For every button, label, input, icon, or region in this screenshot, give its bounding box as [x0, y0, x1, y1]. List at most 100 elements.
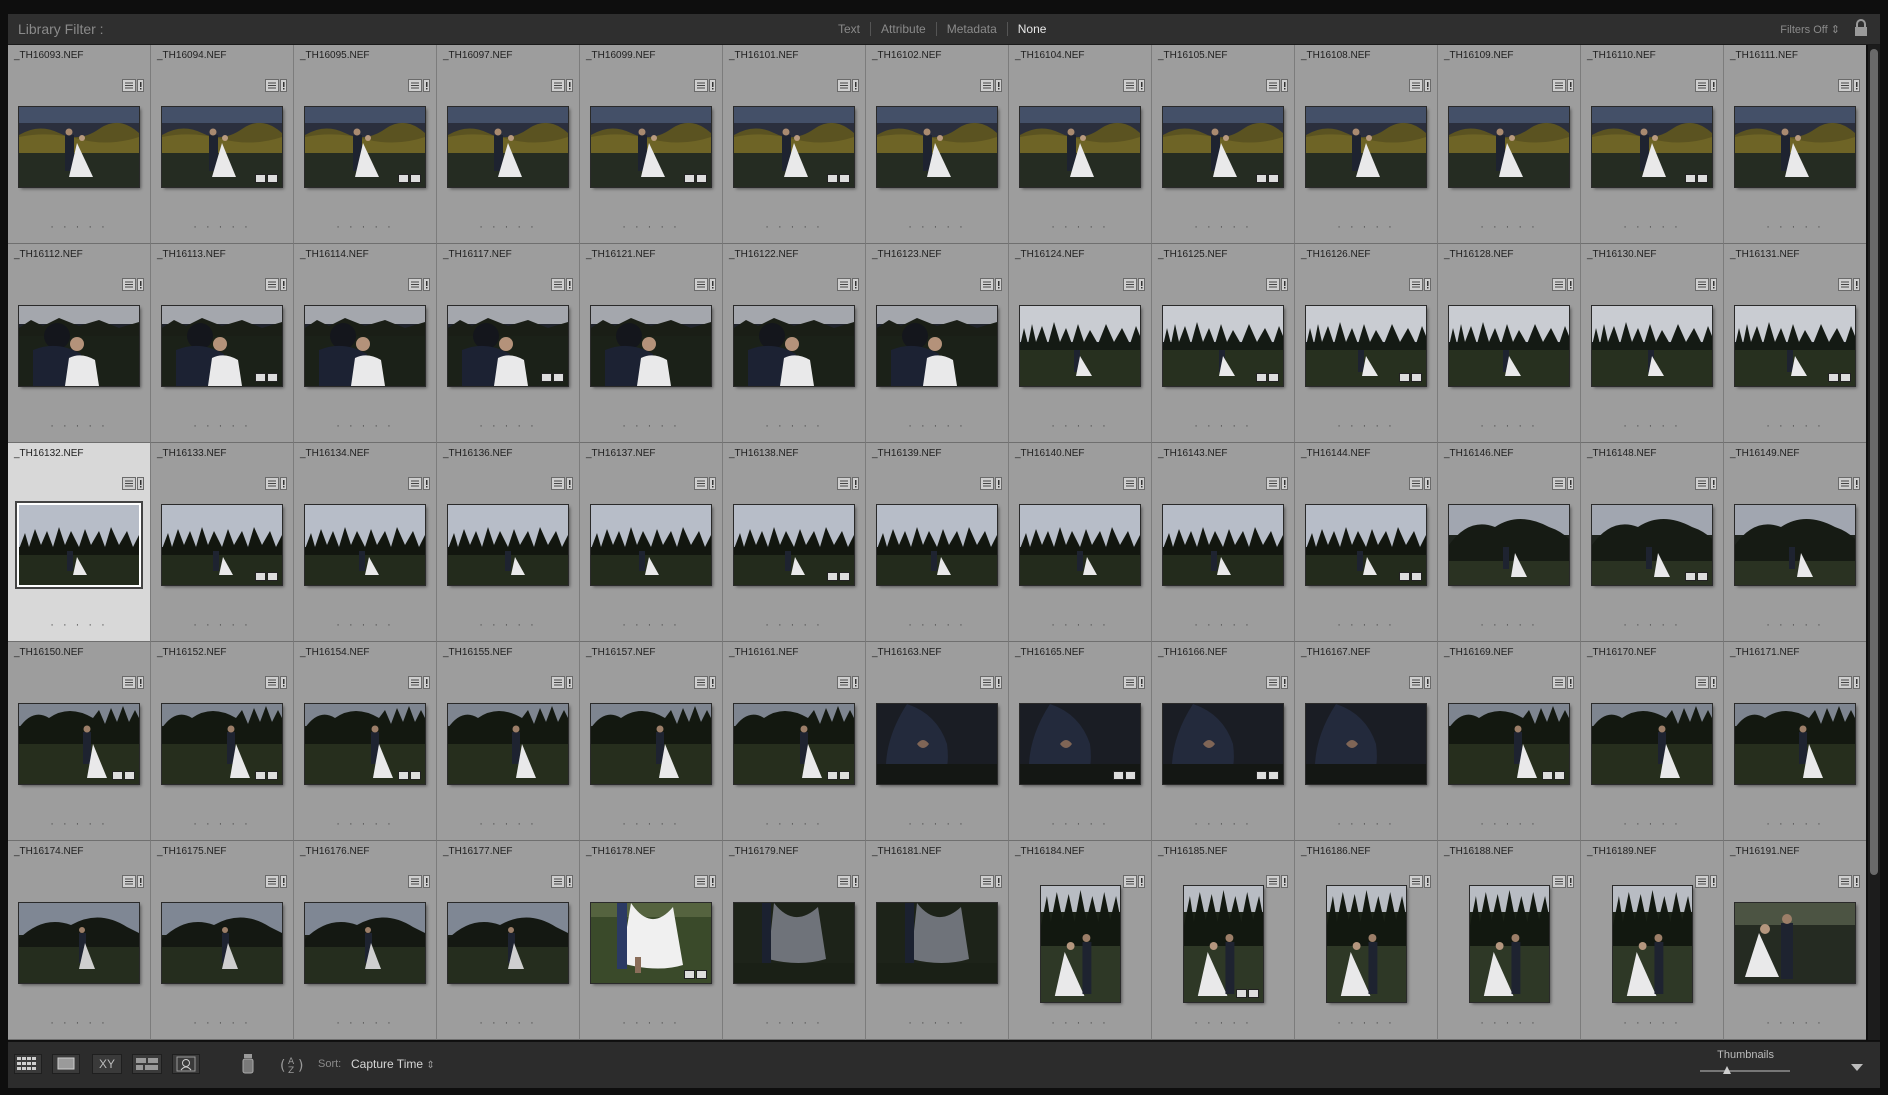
photo-thumbnail[interactable]	[734, 704, 854, 784]
grid-scrollbar[interactable]	[1868, 45, 1880, 1040]
photo-thumbnail[interactable]	[734, 505, 854, 585]
thumbnail-cell[interactable]: _TH16128.NEF · · · · ·	[1438, 244, 1581, 443]
metadata-badge-icon[interactable]	[1552, 278, 1566, 291]
thumbnail-cell[interactable]: _TH16123.NEF · · · · ·	[866, 244, 1009, 443]
star-rating-dots[interactable]: · · · · ·	[294, 1017, 436, 1029]
star-rating-dots[interactable]: · · · · ·	[437, 1017, 579, 1029]
star-rating-dots[interactable]: · · · · ·	[1438, 1017, 1580, 1029]
thumbnail-cell[interactable]: _TH16117.NEF · · · · ·	[437, 244, 580, 443]
develop-edited-badge-icon[interactable]	[684, 970, 707, 979]
star-rating-dots[interactable]: · · · · ·	[1438, 818, 1580, 830]
flag-badge-icon[interactable]	[709, 875, 716, 888]
flag-badge-icon[interactable]	[1567, 79, 1574, 92]
photo-thumbnail[interactable]	[1020, 107, 1140, 187]
metadata-badge-icon[interactable]	[837, 477, 851, 490]
thumbnail-cell[interactable]: _TH16131.NEF · · · · ·	[1724, 244, 1866, 443]
thumbnail-size-slider[interactable]	[1700, 1066, 1790, 1074]
metadata-badge-icon[interactable]	[122, 477, 136, 490]
photo-thumbnail[interactable]	[305, 704, 425, 784]
metadata-badge-icon[interactable]	[1552, 477, 1566, 490]
metadata-badge-icon[interactable]	[1266, 676, 1280, 689]
thumbnail-cell[interactable]: _TH16157.NEF · · · · ·	[580, 642, 723, 841]
star-rating-dots[interactable]: · · · · ·	[151, 818, 293, 830]
metadata-badge-icon[interactable]	[1266, 278, 1280, 291]
star-rating-dots[interactable]: · · · · ·	[151, 1017, 293, 1029]
develop-edited-badge-icon[interactable]	[684, 174, 707, 183]
flag-badge-icon[interactable]	[1853, 79, 1860, 92]
flag-badge-icon[interactable]	[280, 875, 287, 888]
photo-thumbnail[interactable]	[1184, 886, 1263, 1002]
thumbnail-cell[interactable]: _TH16105.NEF · · · · ·	[1152, 45, 1295, 244]
star-rating-dots[interactable]: · · · · ·	[1581, 818, 1723, 830]
metadata-badge-icon[interactable]	[694, 79, 708, 92]
flag-badge-icon[interactable]	[280, 676, 287, 689]
flag-badge-icon[interactable]	[852, 79, 859, 92]
photo-thumbnail[interactable]	[734, 903, 854, 983]
star-rating-dots[interactable]: · · · · ·	[1724, 1017, 1866, 1029]
flag-badge-icon[interactable]	[1710, 477, 1717, 490]
photo-thumbnail[interactable]	[448, 505, 568, 585]
flag-badge-icon[interactable]	[423, 477, 430, 490]
thumbnail-cell[interactable]: _TH16114.NEF · · · · ·	[294, 244, 437, 443]
loupe-view-button[interactable]	[52, 1054, 80, 1074]
metadata-badge-icon[interactable]	[265, 278, 279, 291]
metadata-badge-icon[interactable]	[408, 875, 422, 888]
develop-edited-badge-icon[interactable]	[1399, 572, 1422, 581]
photo-thumbnail[interactable]	[305, 306, 425, 386]
metadata-badge-icon[interactable]	[551, 278, 565, 291]
metadata-badge-icon[interactable]	[1838, 875, 1852, 888]
lock-icon[interactable]	[1854, 19, 1868, 37]
thumbnail-size-knob[interactable]	[1723, 1066, 1731, 1074]
star-rating-dots[interactable]: · · · · ·	[723, 1017, 865, 1029]
photo-thumbnail[interactable]	[1470, 886, 1549, 1002]
flag-badge-icon[interactable]	[423, 875, 430, 888]
metadata-badge-icon[interactable]	[1838, 278, 1852, 291]
flag-badge-icon[interactable]	[995, 477, 1002, 490]
star-rating-dots[interactable]: · · · · ·	[437, 221, 579, 233]
thumbnail-cell[interactable]: _TH16110.NEF · · · · ·	[1581, 45, 1724, 244]
thumbnail-cell[interactable]: _TH16146.NEF · · · · ·	[1438, 443, 1581, 642]
star-rating-dots[interactable]: · · · · ·	[1438, 420, 1580, 432]
photo-thumbnail[interactable]	[1306, 505, 1426, 585]
photo-thumbnail[interactable]	[162, 903, 282, 983]
thumbnail-cell[interactable]: _TH16174.NEF · · · · ·	[8, 841, 151, 1040]
flag-badge-icon[interactable]	[1710, 79, 1717, 92]
photo-thumbnail[interactable]	[1306, 306, 1426, 386]
flag-badge-icon[interactable]	[1424, 875, 1431, 888]
thumbnail-cell[interactable]: _TH16148.NEF · · · · ·	[1581, 443, 1724, 642]
photo-thumbnail[interactable]	[1449, 704, 1569, 784]
develop-edited-badge-icon[interactable]	[541, 373, 564, 382]
flag-badge-icon[interactable]	[1281, 79, 1288, 92]
star-rating-dots[interactable]: · · · · ·	[1009, 420, 1151, 432]
photo-thumbnail[interactable]	[734, 107, 854, 187]
flag-badge-icon[interactable]	[423, 79, 430, 92]
star-rating-dots[interactable]: · · · · ·	[8, 1017, 150, 1029]
flag-badge-icon[interactable]	[1567, 875, 1574, 888]
metadata-badge-icon[interactable]	[408, 477, 422, 490]
photo-thumbnail[interactable]	[305, 903, 425, 983]
flag-badge-icon[interactable]	[1281, 477, 1288, 490]
develop-edited-badge-icon[interactable]	[1685, 572, 1708, 581]
star-rating-dots[interactable]: · · · · ·	[1152, 1017, 1294, 1029]
photo-thumbnail[interactable]	[162, 306, 282, 386]
thumbnail-cell[interactable]: _TH16152.NEF · · · · ·	[151, 642, 294, 841]
metadata-badge-icon[interactable]	[1409, 278, 1423, 291]
star-rating-dots[interactable]: · · · · ·	[580, 818, 722, 830]
star-rating-dots[interactable]: · · · · ·	[866, 619, 1008, 631]
metadata-badge-icon[interactable]	[122, 875, 136, 888]
thumbnail-cell[interactable]: _TH16177.NEF · · · · ·	[437, 841, 580, 1040]
develop-edited-badge-icon[interactable]	[1828, 373, 1851, 382]
metadata-badge-icon[interactable]	[551, 676, 565, 689]
painter-icon[interactable]	[240, 1052, 256, 1083]
develop-edited-badge-icon[interactable]	[1399, 373, 1422, 382]
star-rating-dots[interactable]: · · · · ·	[151, 420, 293, 432]
photo-thumbnail[interactable]	[1020, 306, 1140, 386]
photo-thumbnail[interactable]	[1449, 306, 1569, 386]
metadata-badge-icon[interactable]	[980, 79, 994, 92]
photo-thumbnail[interactable]	[591, 306, 711, 386]
photo-thumbnail[interactable]	[448, 903, 568, 983]
metadata-badge-icon[interactable]	[1695, 278, 1709, 291]
star-rating-dots[interactable]: · · · · ·	[151, 619, 293, 631]
metadata-badge-icon[interactable]	[265, 477, 279, 490]
star-rating-dots[interactable]: · · · · ·	[8, 818, 150, 830]
